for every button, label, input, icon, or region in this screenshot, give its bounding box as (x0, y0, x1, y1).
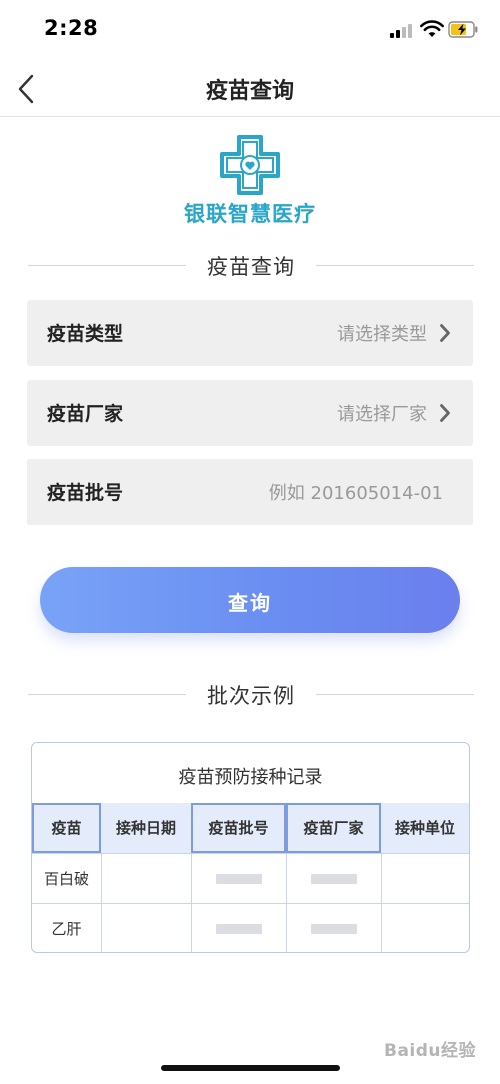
watermark: Baidu经验 (384, 1041, 477, 1061)
table-header-cell: 疫苗 (32, 803, 101, 853)
table-cell (381, 853, 469, 903)
vaccine-maker-value: 请选择厂家 (337, 404, 427, 425)
battery-charging-icon (448, 21, 478, 38)
cellular-signal-icon (390, 24, 414, 38)
nav-bar: 疫苗查询 (0, 62, 500, 117)
vaccine-maker-label: 疫苗厂家 (47, 403, 124, 425)
table-cell (101, 853, 191, 903)
table-header-cell: 疫苗批号 (191, 803, 286, 853)
query-button[interactable]: 查询 (40, 567, 460, 633)
table-cell-vaccine: 乙肝 (32, 903, 101, 952)
table-cell (101, 903, 191, 952)
placeholder-bar (311, 874, 357, 884)
table-header-cell: 接种单位 (381, 803, 469, 853)
section-header-example: 批次示例 (28, 677, 474, 711)
placeholder-bar (311, 924, 357, 934)
section-header-query: 疫苗查询 (28, 248, 474, 282)
status-bar: 2:28 (0, 0, 500, 62)
wifi-icon (420, 20, 444, 37)
table-cell (381, 903, 469, 952)
home-indicator[interactable] (161, 1065, 340, 1071)
vaccine-type-value: 请选择类型 (337, 324, 427, 345)
table-cell-batch (191, 903, 286, 952)
vaccine-type-label: 疫苗类型 (47, 323, 124, 345)
section-title: 疫苗查询 (207, 255, 295, 279)
chevron-right-icon (440, 324, 450, 342)
table-cell-vaccine: 百白破 (32, 853, 101, 903)
brand-name: 银联智慧医疗 (184, 202, 316, 226)
status-time: 2:28 (44, 16, 99, 40)
medical-cross-heart-icon (220, 135, 280, 195)
divider-right (316, 265, 474, 266)
vaccine-batch-input[interactable]: 例如 201605014-01 (269, 479, 443, 505)
example-card: 疫苗预防接种记录 疫苗 接种日期 疫苗批号 疫苗厂家 接种单位 百白破 乙肝 (31, 742, 470, 953)
table-header-cell: 接种日期 (101, 803, 191, 853)
example-card-title: 疫苗预防接种记录 (178, 767, 323, 788)
placeholder-bar (216, 874, 262, 884)
chevron-right-icon (440, 404, 450, 422)
page-title: 疫苗查询 (205, 79, 294, 104)
placeholder-bar (216, 924, 262, 934)
vaccine-type-select[interactable]: 疫苗类型 请选择类型 (27, 300, 473, 366)
divider-right (316, 694, 474, 695)
vaccine-batch-label: 疫苗批号 (47, 482, 124, 504)
vaccine-batch-field[interactable]: 疫苗批号 例如 201605014-01 (27, 459, 473, 525)
vaccine-maker-select[interactable]: 疫苗厂家 请选择厂家 (27, 380, 473, 446)
table-cell-maker (286, 853, 381, 903)
table-cell-maker (286, 903, 381, 952)
table-cell-batch (191, 853, 286, 903)
query-button-label: 查询 (228, 591, 272, 615)
section-title: 批次示例 (207, 684, 295, 708)
table-header-cell: 疫苗厂家 (286, 803, 381, 853)
